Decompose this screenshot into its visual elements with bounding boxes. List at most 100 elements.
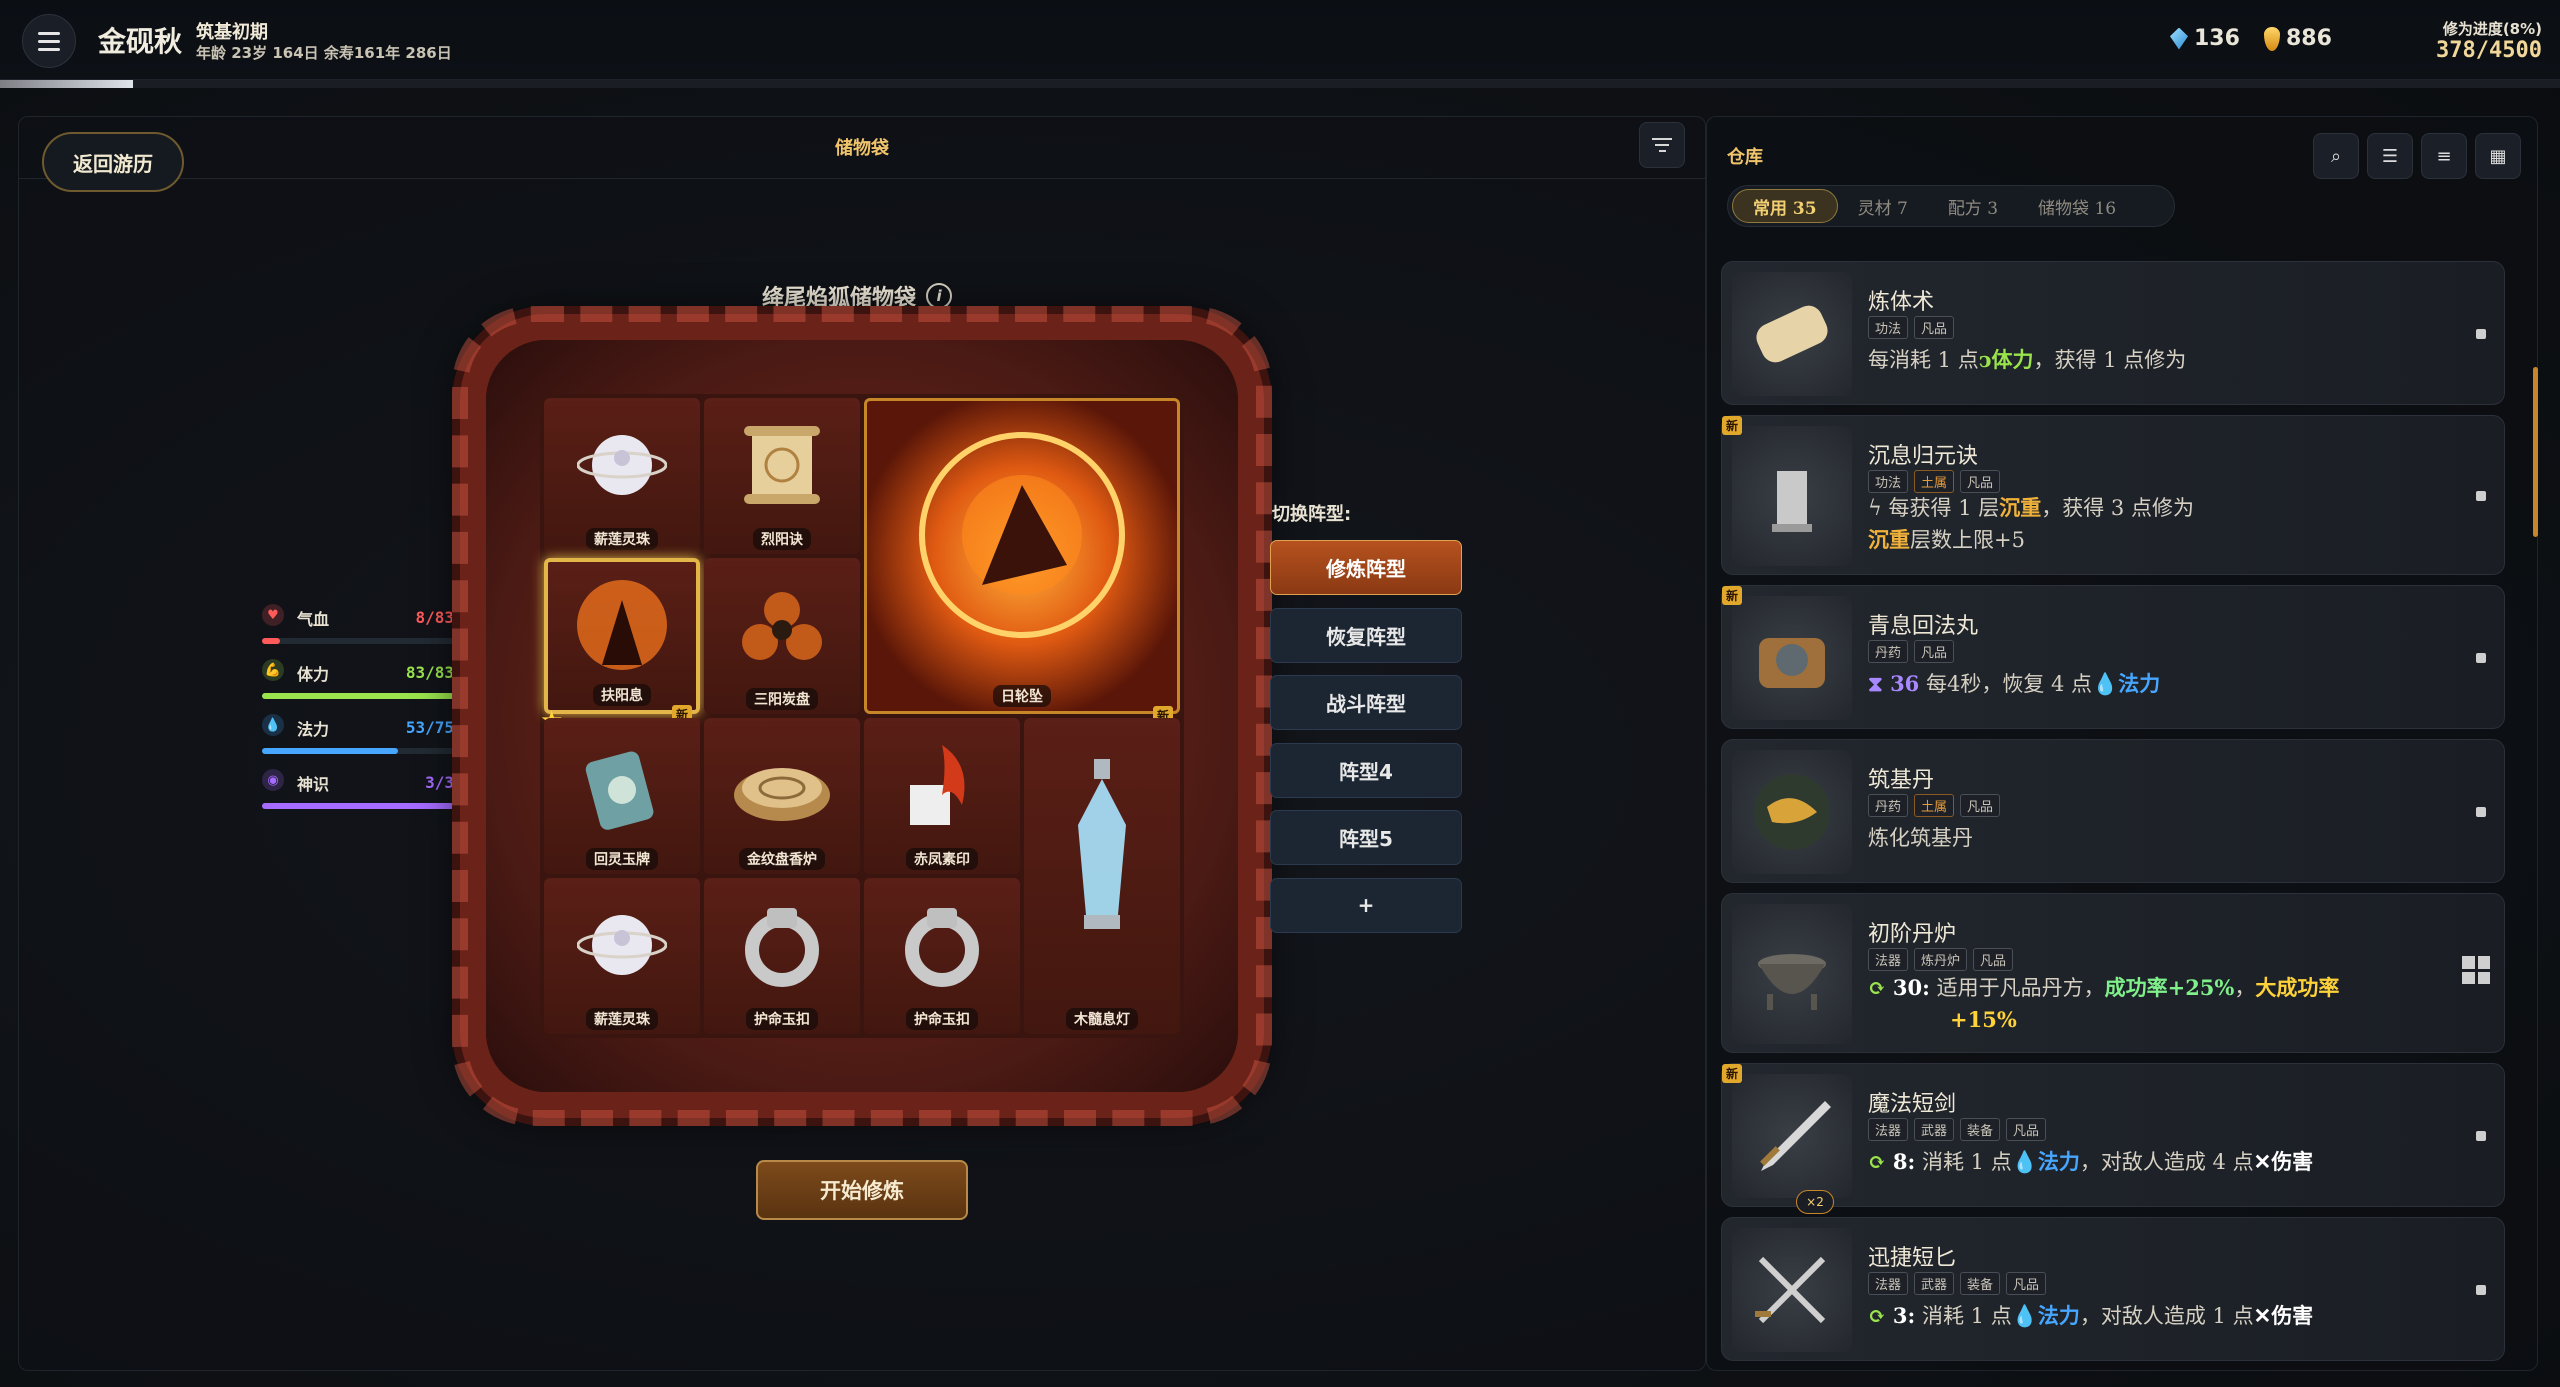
warehouse-scrollbar[interactable] <box>2533 367 2538 537</box>
item-label: 扶阳息 <box>593 684 651 706</box>
card-foundation-pill[interactable]: 筑基丹 丹药 土属 凡品 炼化筑基丹 <box>1721 739 2505 883</box>
desc-desc_c: ， <box>2234 976 2256 1000</box>
cycle-value: 36 <box>1890 671 1920 696</box>
stack-multiplier-badge: ×2 <box>1796 1190 1834 1214</box>
cell-phoenix-seal[interactable]: 赤凤素印★ <box>836 718 1020 906</box>
card-mana-pill[interactable]: 青息回法丸 丹药 凡品 ⧗ 36 每4秒，恢复 4 点💧法力 新 <box>1721 585 2505 729</box>
shape-icon <box>2476 491 2486 501</box>
formation-battle-button[interactable]: 战斗阵型 <box>1270 675 1462 730</box>
stat-value: 53/75 <box>405 718 454 737</box>
card-swift-dagger[interactable]: 迅捷短匕 法器 武器 装备 凡品 ⟳ 3: 消耗 1 点💧法力，对敌人造成 1 点✕伤害 <box>1721 1217 2505 1361</box>
bag-filter-button[interactable] <box>1639 122 1685 168</box>
item-tag: 武器 <box>1914 1272 1955 1295</box>
item-tag: 装备 <box>1960 1272 2001 1295</box>
item-thumbnail <box>1732 750 1852 874</box>
spirit-stone-counter: 136 <box>2170 26 2240 51</box>
mana-icon: 💧 <box>2011 1149 2038 1174</box>
desc-desc_b: 体力 <box>1991 347 2034 372</box>
warehouse-list: 炼体术 功法 凡品 每消耗 1 点ↄ体力，获得 1 点修为 沉息归元诀 功法 土属 凡品… <box>1721 261 2505 1361</box>
back-button[interactable]: 返回游历 <box>42 132 184 192</box>
gold-icon <box>2264 26 2280 51</box>
cell-sun-wheel-pendant[interactable]: 日轮坠新 <box>864 398 1180 725</box>
stat-bar-fill <box>262 748 398 754</box>
tab-spirit-materials[interactable]: 灵材 7 <box>1838 189 1928 223</box>
damage-icon: ✕ <box>2253 1149 2272 1174</box>
desc-desc_a: 炼化筑基丹 <box>1868 826 1973 850</box>
item-art <box>567 570 677 684</box>
desc-desc_e: +15% <box>1950 1007 2017 1032</box>
spirit-stone-value: 136 <box>2194 26 2240 51</box>
item-tag: 功法 <box>1868 470 1909 493</box>
hourglass-icon: ⧗ <box>1868 671 1891 696</box>
cultivation-label: 修为进度(8%) <box>2442 20 2542 38</box>
item-thumbnail <box>1732 1228 1852 1352</box>
cycle-value: 8: <box>1892 1149 1916 1174</box>
stat-bar-fill <box>262 638 281 644</box>
warehouse-filter-button[interactable]: ≡ <box>2421 133 2467 179</box>
item-art <box>897 900 987 994</box>
formation-recover-button[interactable]: 恢复阵型 <box>1270 607 1462 663</box>
item-tags: 法器 武器 装备 凡品 <box>1868 1272 2047 1295</box>
item-tags: 功法 土属 凡品 <box>1868 470 2001 493</box>
bag-panel-header: 储物袋 <box>19 117 1705 179</box>
formation-5-button[interactable]: 阵型5 <box>1270 810 1462 865</box>
tab-common[interactable]: 常用 35 <box>1732 189 1838 223</box>
stat-value: 3/3 <box>425 773 454 792</box>
desc-desc_a: 每4秒，恢复 4 点 <box>1925 672 2093 696</box>
menu-icon <box>38 31 60 35</box>
desc-desc_c: ，对敌人造成 4 点 <box>2079 1150 2254 1174</box>
cell-fuyang-breath[interactable]: 扶阳息新★ <box>540 558 700 736</box>
item-art <box>576 420 668 514</box>
item-tags: 丹药 凡品 <box>1868 640 1955 663</box>
item-label: 烈阳诀 <box>753 528 811 550</box>
bag-board: 薪莲灵珠 烈阳诀 日轮坠新 扶阳息新★ 三阳炭盘回灵玉牌 金纹盘香炉赤凤素印★ 木髓息灯 薪莲… <box>452 306 1272 1126</box>
stat-name: 体力 <box>297 665 330 684</box>
item-label: 薪莲灵珠 <box>586 1008 658 1030</box>
cell-wood-marrow-lamp[interactable]: 木髓息灯 <box>1024 718 1180 1034</box>
menu-button[interactable] <box>22 14 76 68</box>
formation-cultivate-button[interactable]: 修炼阵型 <box>1270 540 1462 595</box>
stat-stamina: 💪 体力 83/83 <box>262 655 454 710</box>
cell-blazing-sun-scroll[interactable]: 烈阳诀 <box>704 398 860 554</box>
cell-life-jade-buckle-2[interactable]: 护命玉扣 <box>864 878 1020 1034</box>
stat-bar-fill <box>262 803 454 809</box>
formation-4-button[interactable]: 阵型4 <box>1270 742 1462 798</box>
spirit-stone-icon <box>2170 27 2188 50</box>
cell-spirit-orb[interactable]: 薪莲灵珠 <box>544 398 700 554</box>
item-art <box>737 900 827 994</box>
cycle-icon: ⟳ <box>1868 1149 1893 1174</box>
card-magic-short-sword[interactable]: 魔法短剑 法器 武器 装备 凡品 ⟳ 8: 消耗 1 点💧法力，对敌人造成 4 点✕伤害… <box>1721 1063 2505 1207</box>
list-view-button[interactable]: ☰ <box>2367 133 2413 179</box>
cell-golden-incense-burner[interactable]: 金纹盘香炉 <box>704 718 860 874</box>
cultivation-value: 378/4500 <box>2436 38 2542 63</box>
filter-icon <box>1652 138 1672 140</box>
cell-life-jade-buckle[interactable]: 护命玉扣 <box>704 878 860 1034</box>
tab-recipes[interactable]: 配方 3 <box>1928 189 2018 223</box>
gold-counter: 886 <box>2264 26 2332 51</box>
item-label: 日轮坠 <box>993 685 1051 707</box>
cell-three-sun-plate[interactable]: 三阳炭盘 <box>704 558 860 714</box>
cell-spirit-orb-2[interactable]: 薪莲灵珠 <box>544 878 700 1034</box>
item-tag: 装备 <box>1960 1118 2001 1141</box>
info-icon[interactable]: i <box>926 283 953 309</box>
stamina-icon: ↄ <box>1978 347 1992 372</box>
card-breath-return[interactable]: 沉息归元诀 功法 土属 凡品 ϟ 每获得 1 层沉重，获得 3 点修为 沉重层数上限+5… <box>1721 415 2505 575</box>
desc-desc_a: 适用于凡品丹方， <box>1936 976 2105 1000</box>
item-label: 赤凤素印 <box>906 848 978 870</box>
grid-view-button[interactable]: ▦ <box>2475 133 2521 179</box>
desc-desc_b: 沉重 <box>1999 495 2042 520</box>
stat-hp: ♥ 气血 8/83 <box>262 600 454 655</box>
cell-spirit-jade-tablet[interactable]: 回灵玉牌 <box>544 718 700 874</box>
stat-value: 8/83 <box>415 608 454 627</box>
add-formation-button[interactable]: + <box>1270 877 1462 933</box>
card-basic-furnace[interactable]: 初阶丹炉 法器 炼丹炉 凡品 ⟳ 30: 适用于凡品丹方，成功率+25%，大成功率 +1… <box>1721 893 2505 1053</box>
desc-desc_a: 消耗 1 点 <box>1921 1304 2012 1328</box>
item-thumbnail <box>1732 272 1852 396</box>
item-tag: 法器 <box>1868 1272 1909 1295</box>
item-label: 三阳炭盘 <box>746 688 818 710</box>
start-cultivation-button[interactable]: 开始修炼 <box>756 1160 968 1220</box>
search-button[interactable]: ⌕ <box>2313 133 2359 179</box>
item-tag: 炼丹炉 <box>1914 948 1968 971</box>
card-body-refining[interactable]: 炼体术 功法 凡品 每消耗 1 点ↄ体力，获得 1 点修为 <box>1721 261 2505 405</box>
tab-storage-bags[interactable]: 储物袋 16 <box>2018 189 2136 223</box>
